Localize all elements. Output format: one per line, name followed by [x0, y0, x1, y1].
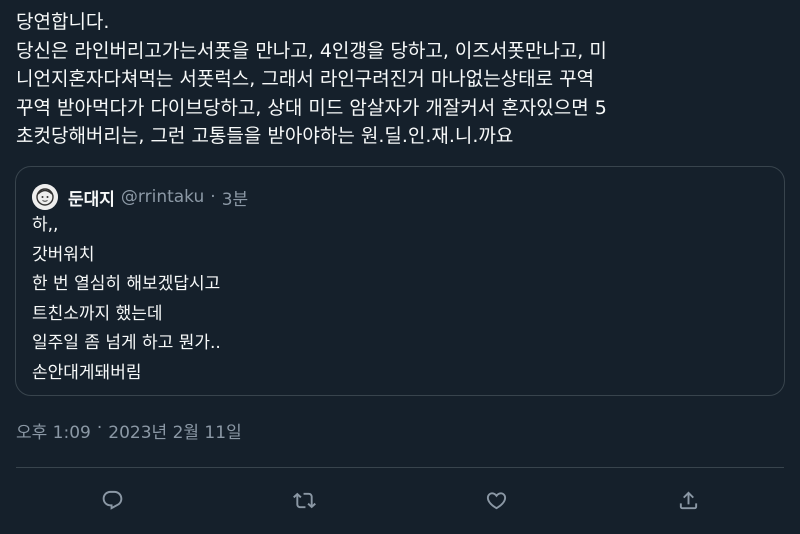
reply-button[interactable]: [92, 480, 132, 520]
tweet-text: 당연합니다. 당신은 라인버리고가는서폿을 만나고, 4인갱을 당하고, 이즈서…: [16, 8, 786, 151]
quoted-handle[interactable]: @rrintaku: [121, 187, 204, 207]
quoted-text-line: 손안대게돼버림: [32, 362, 142, 383]
retweet-icon: [292, 492, 316, 508]
quoted-text-line: 하,,: [32, 215, 59, 235]
reply-icon: [102, 490, 122, 510]
quoted-text-line: 한 번 열심히 해보겠답시고: [32, 274, 221, 294]
tweet-detail-view: 당연합니다. 당신은 라인버리고가는서폿을 만나고, 4인갱을 당하고, 이즈서…: [0, 0, 800, 534]
quoted-display-name[interactable]: 둔대지: [68, 185, 115, 210]
retweet-button[interactable]: [284, 480, 324, 520]
quoted-text-line: 갓버워치: [32, 244, 95, 265]
tweet-text-line: 당연합니다.: [16, 11, 110, 33]
quoted-tweet-card[interactable]: 둔대지 @rrintaku · 3분 하,, 갓버워치 한 번 열심히 해보겠답…: [15, 166, 785, 396]
like-icon: [486, 491, 506, 509]
share-icon: [679, 490, 697, 509]
tweet-action-bar: [16, 468, 784, 530]
tweet-text-line: 당신은 라인버리고가는서폿을 만나고, 4인갱을 당하고, 이즈서폿만나고, 미: [16, 39, 607, 62]
tweet-text-line: 니언지혼자다쳐먹는 서폿럭스, 그래서 라인구려진거 마나없는상태로 꾸역: [16, 68, 595, 90]
avatar-illustration-icon: [32, 184, 58, 210]
timestamp-time[interactable]: 오후 1:09: [16, 418, 91, 443]
tweet-timestamp[interactable]: 오후 1:09 · 2023년 2월 11일: [16, 418, 242, 443]
quoted-text-line: 트친소까지 했는데: [32, 303, 163, 324]
separator-dot: ·: [210, 187, 216, 207]
avatar[interactable]: [32, 184, 58, 210]
separator-dot: ·: [96, 418, 103, 438]
quoted-tweet-text: 하,, 갓버워치 한 번 열심히 해보겠답시고 트친소까지 했는데 일주일 좀 …: [32, 211, 221, 388]
tweet-text-line: 꾸역 받아먹다가 다이브당하고, 상대 미드 암살자가 개잘커서 혼자있으면 5: [16, 96, 607, 119]
quoted-tweet-header: 둔대지 @rrintaku · 3분: [32, 183, 248, 211]
timestamp-date[interactable]: 2023년 2월 11일: [108, 418, 241, 443]
share-button[interactable]: [668, 480, 708, 520]
like-button[interactable]: [476, 480, 516, 520]
quoted-time[interactable]: 3분: [222, 185, 248, 210]
quoted-text-line: 일주일 좀 넘게 하고 뭔가..: [32, 333, 221, 353]
tweet-text-line: 초컷당해버리는, 그런 고통들을 받아야하는 원.딜.인.재.니.까요: [16, 125, 514, 147]
